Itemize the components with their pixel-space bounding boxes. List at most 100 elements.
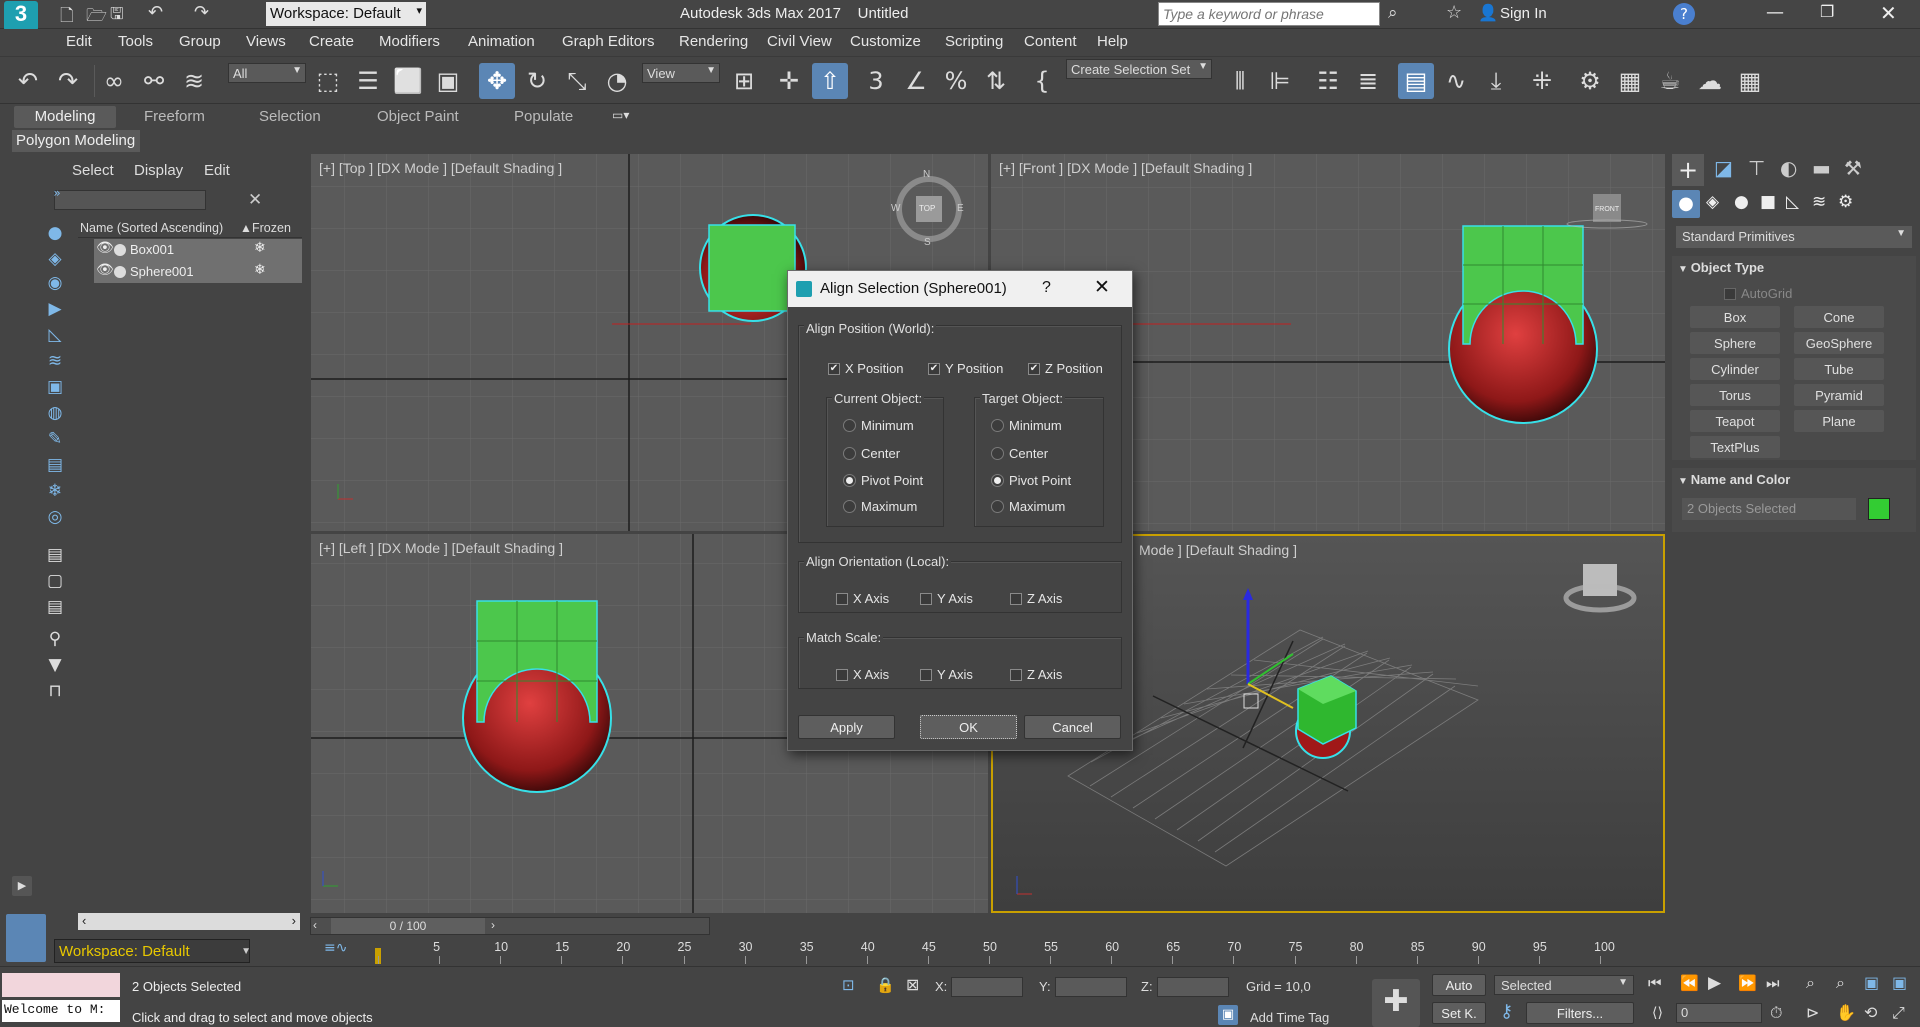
orient-y-axis-checkbox[interactable]: Y Axis (920, 591, 973, 606)
menu-tools[interactable]: Tools (118, 33, 153, 50)
expand-arrow-icon[interactable]: ▶ (12, 876, 32, 896)
time-slider[interactable]: ‹ 0 / 100 › (310, 917, 710, 935)
z-coordinate-field[interactable] (1157, 977, 1229, 997)
plane-button[interactable]: Plane (1794, 410, 1884, 432)
redo-icon[interactable]: ↷ (194, 2, 209, 23)
filter-lights-icon[interactable]: ◉ (44, 272, 66, 294)
maximize-viewport-icon[interactable]: ⤢ (1892, 1003, 1905, 1023)
cancel-button[interactable]: Cancel (1024, 715, 1121, 739)
user-icon[interactable]: 👤 (1478, 3, 1498, 22)
lock-cell-editing-icon[interactable]: ⊓ (44, 680, 66, 702)
geometry-icon[interactable]: ● (1672, 190, 1700, 218)
display-children-icon[interactable]: ▤ (44, 544, 66, 566)
cone-button[interactable]: Cone (1794, 306, 1884, 328)
scale-y-axis-checkbox[interactable]: Y Axis (920, 667, 973, 682)
explorer-tab-edit[interactable]: Edit (204, 162, 230, 179)
previous-frame-icon[interactable]: ⏪ (1680, 974, 1699, 992)
column-name-header[interactable]: Name (Sorted Ascending) (80, 221, 223, 235)
menu-animation[interactable]: Animation (468, 33, 535, 50)
menu-modifiers[interactable]: Modifiers (379, 33, 440, 50)
helpers-icon[interactable]: ◺ (1786, 192, 1799, 212)
tab-object-paint[interactable]: Object Paint (377, 108, 459, 125)
new-icon[interactable]: 🗋 (60, 3, 74, 32)
tube-button[interactable]: Tube (1794, 358, 1884, 380)
primitive-type-dropdown[interactable]: Standard Primitives ▼ (1676, 226, 1912, 248)
current-minimum-radio[interactable]: Minimum (843, 418, 914, 433)
zoom-extents-icon[interactable]: ▣ (1864, 973, 1879, 992)
explorer-tab-display[interactable]: Display (134, 162, 183, 179)
explorer-search-field[interactable] (54, 190, 206, 210)
torus-button[interactable]: Torus (1690, 384, 1780, 406)
select-and-rotate-button[interactable]: ↻ (519, 63, 555, 99)
select-and-move-button[interactable]: ✥ (479, 63, 515, 99)
zoom-extents-all-icon[interactable]: ▣ (1892, 973, 1907, 992)
viewport-layout-button[interactable]: ▦ (1732, 63, 1768, 99)
modify-tab-icon[interactable]: ◪ (1714, 156, 1733, 180)
maxscript-listener-pink[interactable] (2, 973, 120, 997)
track-bar[interactable]: ≡∿ 5 10 15 20 25 30 35 40 45 50 55 60 65 70 75 80 85 90 95… (302, 940, 1668, 966)
layer-explorer-button[interactable]: ≣ (1350, 63, 1386, 99)
binoculars-icon[interactable]: ⌕ (1388, 3, 1398, 23)
rendered-frame-window-button[interactable]: ▦ (1612, 63, 1648, 99)
utilities-tab-icon[interactable]: ⚒ (1844, 156, 1862, 180)
pan-icon[interactable]: ✋ (1836, 1003, 1856, 1022)
target-center-radio[interactable]: Center (991, 446, 1048, 461)
perspective-viewport-label[interactable]: Mode ] [Default Shading ] (1139, 542, 1297, 558)
explorer-tab-select[interactable]: Select (72, 162, 114, 179)
tab-freeform[interactable]: Freeform (144, 108, 205, 125)
table-row[interactable]: 👁 Sphere001 ❄ (94, 261, 302, 283)
viewcube-front-label[interactable]: FRONT (1595, 206, 1619, 213)
app-logo[interactable]: 3 (4, 1, 38, 31)
material-editor-button[interactable]: ⁜ (1524, 63, 1560, 99)
maximize-icon[interactable]: ❐ (1820, 2, 1834, 21)
dialog-title-bar[interactable]: Align Selection (Sphere001) ? ✕ (788, 271, 1132, 307)
scale-z-axis-checkbox[interactable]: Z Axis (1010, 667, 1062, 682)
search-input[interactable] (1158, 2, 1380, 26)
orient-x-axis-checkbox[interactable]: X Axis (836, 591, 889, 606)
filter-bones-icon[interactable]: ✎ (44, 428, 66, 450)
display-dependents-icon[interactable]: ▤ (44, 596, 66, 618)
menu-rendering[interactable]: Rendering (679, 33, 748, 50)
undo-button[interactable]: ↶ (10, 63, 46, 99)
tab-modeling[interactable]: Modeling (14, 106, 116, 128)
key-mode-icon[interactable]: ✚ (1372, 979, 1420, 1027)
unlink-button[interactable]: ⚯ (136, 63, 172, 99)
zoom-icon[interactable]: ⌕ (1806, 973, 1815, 993)
x-position-checkbox[interactable]: ✔ X Position (828, 361, 904, 376)
close-icon[interactable]: ✕ (1880, 1, 1897, 25)
target-maximum-radio[interactable]: Maximum (991, 499, 1065, 514)
dialog-close-icon[interactable]: ✕ (1094, 276, 1110, 298)
bind-spacewarp-button[interactable]: ≋ (176, 63, 212, 99)
workspace-selector[interactable]: Workspace: Default ▼ (54, 939, 251, 963)
key-mode-toggle-icon[interactable]: ⟨⟩ (1652, 1005, 1663, 1021)
sphere-button[interactable]: Sphere (1690, 332, 1780, 354)
filter-hidden-icon[interactable]: ◎ (44, 506, 66, 528)
filter-geometry-icon[interactable]: ● (44, 222, 66, 244)
menu-customize[interactable]: Customize (850, 33, 921, 50)
object-type-header[interactable]: ▼ Object Type (1678, 260, 1764, 275)
cameras-icon[interactable]: ■ (1760, 192, 1776, 212)
geosphere-button[interactable]: GeoSphere (1794, 332, 1884, 354)
align-button[interactable]: ⊫ (1262, 63, 1298, 99)
filter-shapes-icon[interactable]: ◈ (44, 248, 66, 270)
select-by-name-button[interactable]: ☰ (350, 63, 386, 99)
spinner-snap-button[interactable]: ⇅ (978, 63, 1014, 99)
time-tag-icon[interactable]: ▣ (1218, 1005, 1238, 1025)
selection-filter-dropdown[interactable]: All ▼ (228, 63, 306, 83)
curve-editor-button[interactable]: ∿ (1438, 63, 1474, 99)
set-keys-icon[interactable]: ⚷ (1500, 1001, 1513, 1022)
field-of-view-icon[interactable]: ⊳ (1806, 1003, 1819, 1022)
selection-lock-icon[interactable]: 🔒 (876, 976, 895, 994)
current-pivot-point-radio[interactable]: Pivot Point (843, 473, 923, 488)
autogrid-checkbox[interactable]: AutoGrid (1724, 286, 1792, 301)
menu-group[interactable]: Group (179, 33, 221, 50)
go-to-start-icon[interactable]: ⏮ (1648, 974, 1662, 992)
ribbon-toggle-button[interactable]: ▤ (1398, 63, 1434, 99)
play-icon[interactable]: ▶ (1708, 973, 1721, 993)
set-key-button[interactable]: Set K. (1432, 1002, 1486, 1024)
render-production-button[interactable]: ☕ (1652, 63, 1688, 99)
lights-icon[interactable]: ● (1734, 192, 1749, 212)
window-crossing-button[interactable]: ▣ (430, 63, 466, 99)
schematic-view-button[interactable]: ⤓ (1478, 63, 1514, 99)
go-to-end-icon[interactable]: ⏭ (1766, 974, 1780, 992)
